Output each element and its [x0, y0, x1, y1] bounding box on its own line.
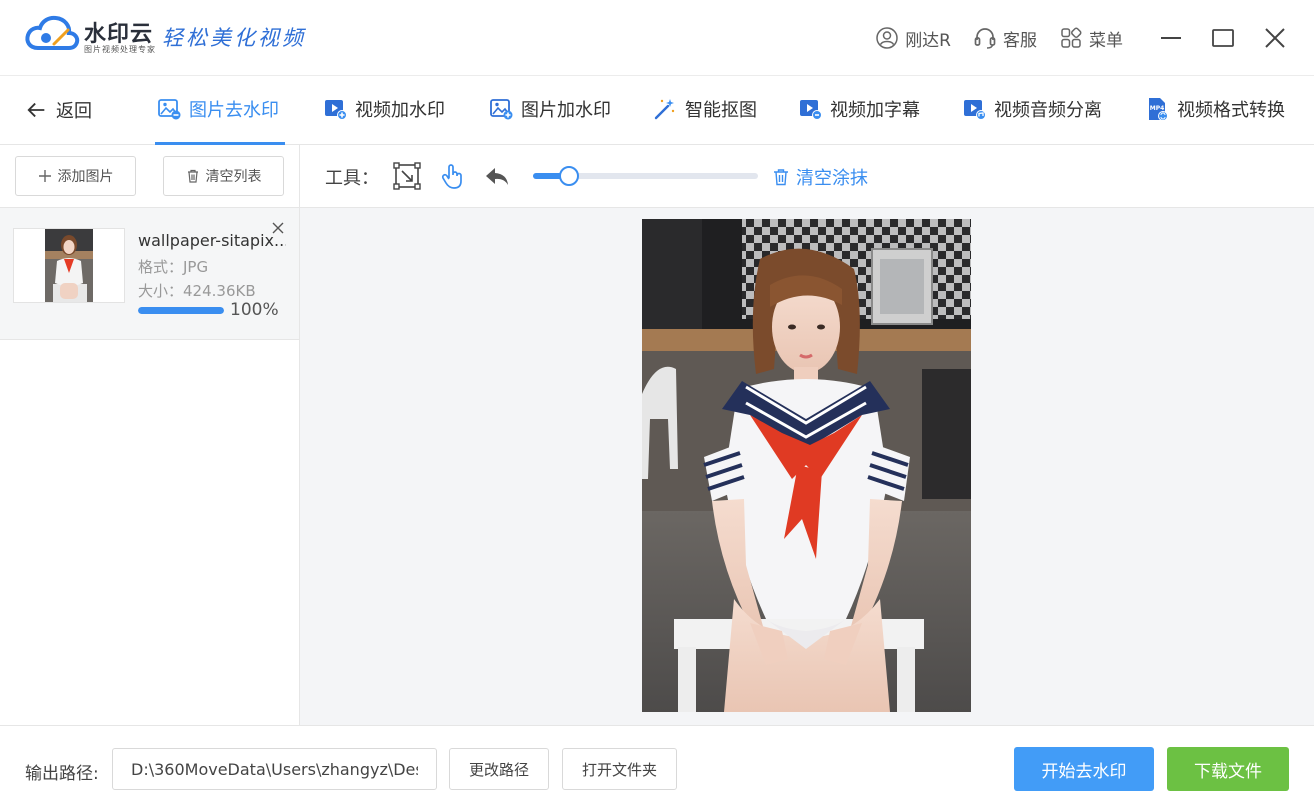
clear-smear-button[interactable]: 清空涂抹	[772, 164, 868, 190]
plus-icon	[38, 170, 51, 182]
file-size: 大小：424.36KB	[138, 282, 256, 300]
clear-smear-label: 清空涂抹	[796, 168, 868, 189]
arrow-left-icon	[27, 102, 45, 118]
title-bar: 水印云 图片视频处理专家 轻松美化视频 刚达R 客服 菜单	[0, 0, 1314, 76]
file-progress-bar	[138, 307, 224, 314]
bottom-bar: 输出路径: 更改路径 打开文件夹 开始去水印 下载文件	[0, 725, 1314, 810]
preview-image	[642, 219, 971, 712]
back-label: 返回	[56, 101, 92, 122]
file-format: 格式：JPG	[138, 258, 209, 276]
clear-list-button[interactable]: 清空列表	[163, 156, 284, 196]
menu-button[interactable]: 菜单	[1059, 26, 1123, 51]
file-list-panel: 添加图片 清空列表 wallpaper-sitapix... 格式：JPG 大小…	[0, 145, 300, 725]
tab-label: 视频加水印	[355, 100, 445, 121]
customer-service-label: 客服	[1003, 30, 1037, 51]
close-window-button[interactable]	[1262, 25, 1288, 51]
remove-file-icon[interactable]	[270, 220, 286, 236]
output-path-label: 输出路径:	[25, 764, 99, 784]
file-thumbnail	[13, 228, 125, 303]
file-list-item[interactable]: wallpaper-sitapix... 格式：JPG 大小：424.36KB …	[0, 208, 299, 340]
brand-subtitle: 图片视频处理专家	[84, 45, 156, 54]
tab-label: 图片去水印	[189, 100, 279, 121]
video-add-icon	[325, 100, 347, 120]
download-file-button[interactable]: 下载文件	[1167, 747, 1289, 791]
tab-smart-cutout[interactable]: 智能抠图	[653, 96, 757, 122]
image-remove-icon	[158, 99, 181, 120]
maximize-icon	[1212, 29, 1234, 47]
user-name: 刚达R	[905, 30, 951, 51]
undo-icon[interactable]	[483, 162, 511, 190]
start-remove-watermark-button[interactable]: 开始去水印	[1014, 747, 1154, 791]
grid-menu-icon	[1061, 27, 1082, 48]
add-image-button[interactable]: 添加图片	[15, 156, 136, 196]
back-button[interactable]: 返回	[26, 97, 92, 123]
cloud-logo-icon	[25, 15, 80, 50]
tab-video-subtitles[interactable]: 视频加字幕	[798, 96, 920, 122]
brand-slogan: 轻松美化视频	[162, 26, 306, 50]
add-image-label: 添加图片	[57, 169, 114, 185]
open-folder-button[interactable]: 打开文件夹	[562, 748, 677, 790]
file-name: wallpaper-sitapix...	[138, 231, 286, 250]
brush-size-slider-thumb[interactable]	[559, 166, 579, 186]
output-path-input[interactable]	[112, 748, 437, 790]
magic-wand-icon	[654, 99, 675, 120]
user-icon	[876, 27, 898, 49]
tab-label: 视频音频分离	[994, 100, 1102, 121]
tab-video-format-convert[interactable]: MP4 视频格式转换	[1145, 96, 1285, 122]
minimize-button[interactable]	[1158, 25, 1184, 51]
tab-label: 图片加水印	[521, 100, 611, 121]
file-list-toolbar: 添加图片 清空列表	[0, 145, 299, 208]
trash-icon	[187, 169, 198, 183]
clear-list-label: 清空列表	[205, 169, 262, 185]
video-audio-split-icon	[964, 100, 986, 120]
select-area-icon[interactable]	[393, 162, 421, 190]
maximize-button[interactable]	[1210, 25, 1236, 51]
mp4-file-icon: MP4	[1149, 98, 1168, 121]
file-progress-text: 100%	[230, 300, 279, 320]
minimize-icon	[1161, 37, 1181, 39]
headset-icon	[974, 28, 996, 49]
tab-video-add-watermark[interactable]: 视频加水印	[323, 96, 445, 122]
file-progress-fill	[138, 307, 224, 314]
image-canvas[interactable]	[300, 208, 1314, 725]
tools-label: 工具：	[325, 168, 379, 189]
mp4-badge-text: MP4	[1150, 105, 1165, 112]
tab-label: 视频格式转换	[1177, 100, 1285, 121]
tab-label: 智能抠图	[685, 100, 757, 121]
image-add-icon	[490, 99, 513, 120]
tab-image-add-watermark[interactable]: 图片加水印	[489, 96, 611, 122]
tab-label: 视频加字幕	[830, 100, 920, 121]
trash-icon	[774, 169, 788, 186]
brush-size-slider[interactable]	[533, 166, 758, 186]
close-icon	[1265, 28, 1285, 48]
hand-pan-icon[interactable]	[439, 162, 467, 190]
change-path-button[interactable]: 更改路径	[449, 748, 549, 790]
feature-nav-bar: 返回 图片去水印 视频加水印 图片加水印 智能抠图 视频加字幕 视频音频分离 M…	[0, 76, 1314, 145]
tab-image-remove-watermark[interactable]: 图片去水印	[157, 96, 279, 122]
menu-label: 菜单	[1089, 30, 1123, 51]
tools-bar: 工具： 清空涂抹	[300, 145, 1314, 208]
tab-video-audio-split[interactable]: 视频音频分离	[962, 96, 1102, 122]
user-account-button[interactable]: 刚达R	[875, 26, 951, 51]
video-subtitle-icon	[800, 100, 822, 120]
customer-service-button[interactable]: 客服	[973, 26, 1037, 51]
thumbnail-image	[45, 229, 93, 302]
